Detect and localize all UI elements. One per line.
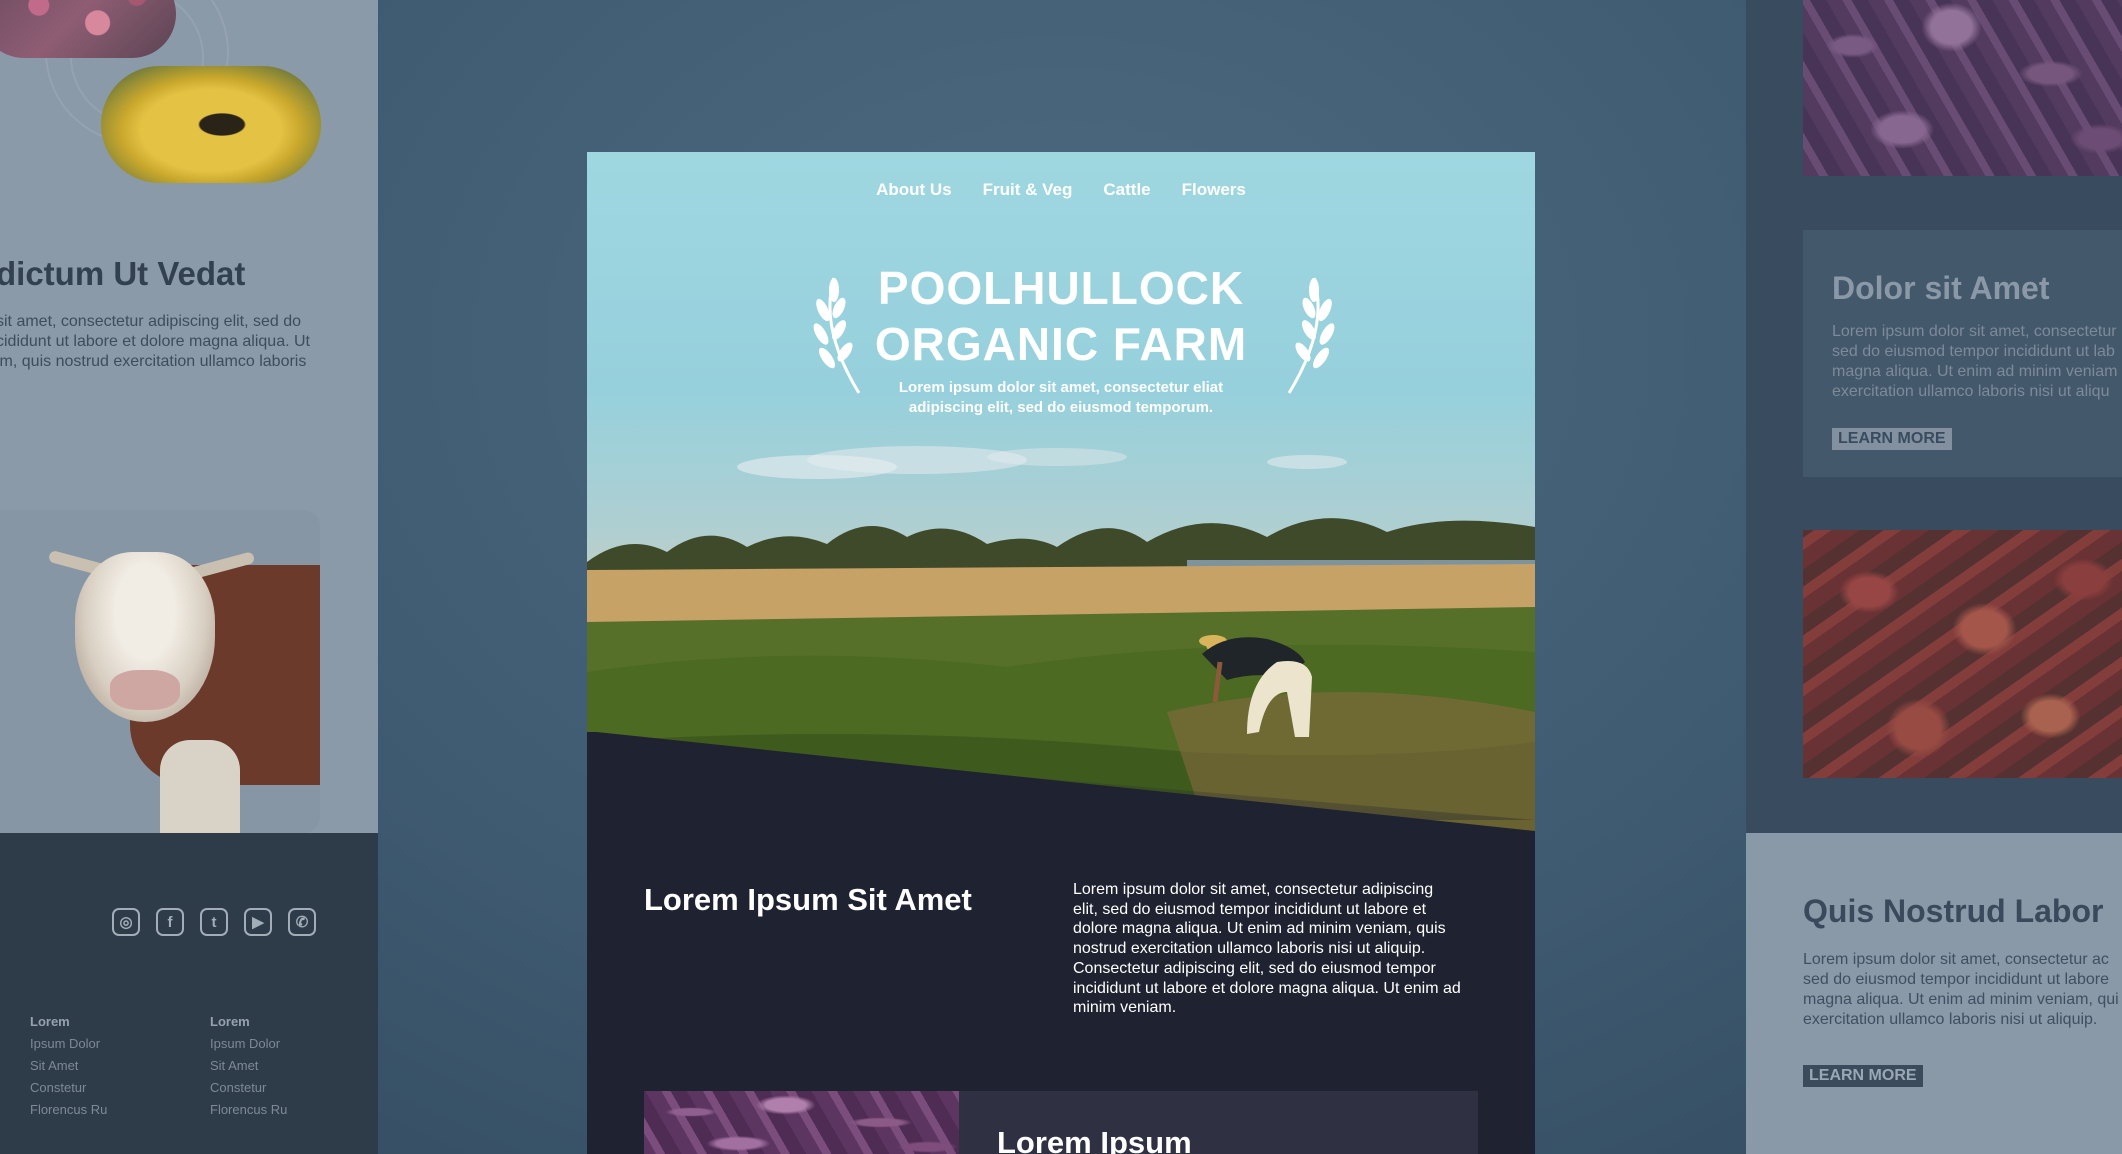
- footer-link[interactable]: Sit Amet: [210, 1058, 287, 1073]
- bottom-card-eggplant-image: [644, 1091, 959, 1154]
- right-card-1-paragraph: Lorem ipsum dolor sit amet, consectetur …: [1832, 323, 2118, 400]
- footer-column-2: Lorem Ipsum Dolor Sit Amet Constetur Flo…: [210, 1014, 288, 1117]
- right-page-preview: Dolor sit Amet Lorem ipsum dolor sit ame…: [1746, 0, 2122, 1154]
- youtube-icon[interactable]: ▶: [244, 908, 272, 936]
- page: { "left_panel": { "heading": "dictum Ut …: [0, 0, 2122, 1154]
- bottom-card-title: Lorem Ipsum: [997, 1125, 1192, 1154]
- twitter-icon[interactable]: t: [200, 908, 228, 936]
- right-card-1-title: Dolor sit Amet: [1832, 270, 2050, 306]
- section-paragraph: Lorem ipsum dolor sit amet, consectetur …: [1073, 881, 1461, 1017]
- top-nav: About Us Fruit & Veg Cattle Flowers: [587, 180, 1535, 200]
- footer-link[interactable]: Constetur: [30, 1080, 107, 1095]
- learn-more-button[interactable]: LEARN MORE: [1832, 428, 1952, 450]
- main-page-preview: About Us Fruit & Veg Cattle Flowers POOL…: [587, 152, 1535, 1154]
- right-card-2-paragraph: Lorem ipsum dolor sit amet, consectetur …: [1803, 951, 2119, 1028]
- nav-cattle[interactable]: Cattle: [1103, 180, 1150, 200]
- footer-link[interactable]: Ipsum Dolor: [30, 1036, 107, 1051]
- footer-link[interactable]: Sit Amet: [30, 1058, 107, 1073]
- left-paragraph: sit amet, consectetur adipiscing elit, s…: [0, 313, 310, 370]
- cow-muzzle: [110, 670, 180, 710]
- right-card-2-title: Quis Nostrud Labor: [1803, 893, 2104, 929]
- whatsapp-icon[interactable]: ✆: [288, 908, 316, 936]
- nav-flowers[interactable]: Flowers: [1182, 180, 1246, 200]
- learn-more-button[interactable]: LEARN MORE: [1803, 1065, 1923, 1087]
- facebook-icon[interactable]: f: [156, 908, 184, 936]
- footer-link[interactable]: Florencus Ru: [210, 1102, 287, 1117]
- nav-fruit-veg[interactable]: Fruit & Veg: [983, 180, 1073, 200]
- footer-link[interactable]: Constetur: [210, 1080, 287, 1095]
- nav-about-us[interactable]: About Us: [876, 180, 952, 200]
- instagram-icon[interactable]: ◎: [112, 908, 140, 936]
- hero-image: About Us Fruit & Veg Cattle Flowers POOL…: [587, 152, 1535, 832]
- eggplant-image: [1803, 0, 2122, 176]
- footer-column-1: Lorem Ipsum Dolor Sit Amet Constetur Flo…: [30, 1014, 108, 1117]
- hero-title: POOLHULLOCK ORGANIC FARM: [874, 262, 1248, 370]
- hero-subtitle: Lorem ipsum dolor sit amet, consectetur …: [898, 379, 1224, 416]
- flowers-image: [0, 0, 176, 58]
- peppers-image: [1803, 530, 2122, 778]
- diagonal-divider: [587, 152, 1535, 832]
- left-page-preview: dictum Ut Vedat sit amet, consectetur ad…: [0, 0, 378, 1154]
- footer-link[interactable]: Florencus Ru: [30, 1102, 107, 1117]
- social-icons: ◎ f t ▶ ✆: [112, 908, 316, 936]
- section-title: Lorem Ipsum Sit Amet: [644, 882, 972, 917]
- left-heading: dictum Ut Vedat: [0, 255, 246, 292]
- footer-link[interactable]: Ipsum Dolor: [210, 1036, 287, 1051]
- cow-image: [0, 510, 320, 833]
- cow-chest: [160, 740, 240, 833]
- bee-image: [101, 66, 321, 183]
